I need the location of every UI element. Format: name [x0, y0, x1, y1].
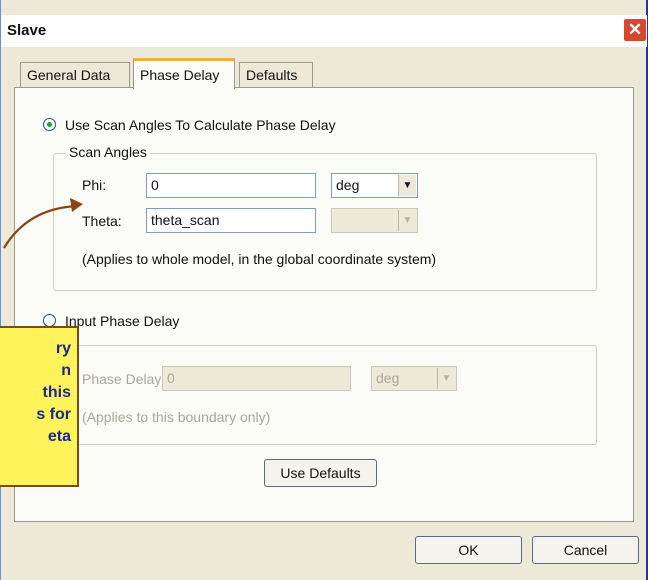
arrowhead-icon	[70, 198, 83, 212]
callout-line: this	[42, 384, 71, 401]
callout-box: ry n this s for eta	[0, 326, 79, 487]
callout-line: eta	[47, 428, 71, 445]
annotation-arrow	[3, 204, 79, 249]
callout-line: ry	[55, 340, 71, 357]
callout-line: n	[61, 362, 71, 379]
callout-line: s for	[36, 406, 71, 423]
annotation-arrow-layer	[3, 198, 83, 249]
